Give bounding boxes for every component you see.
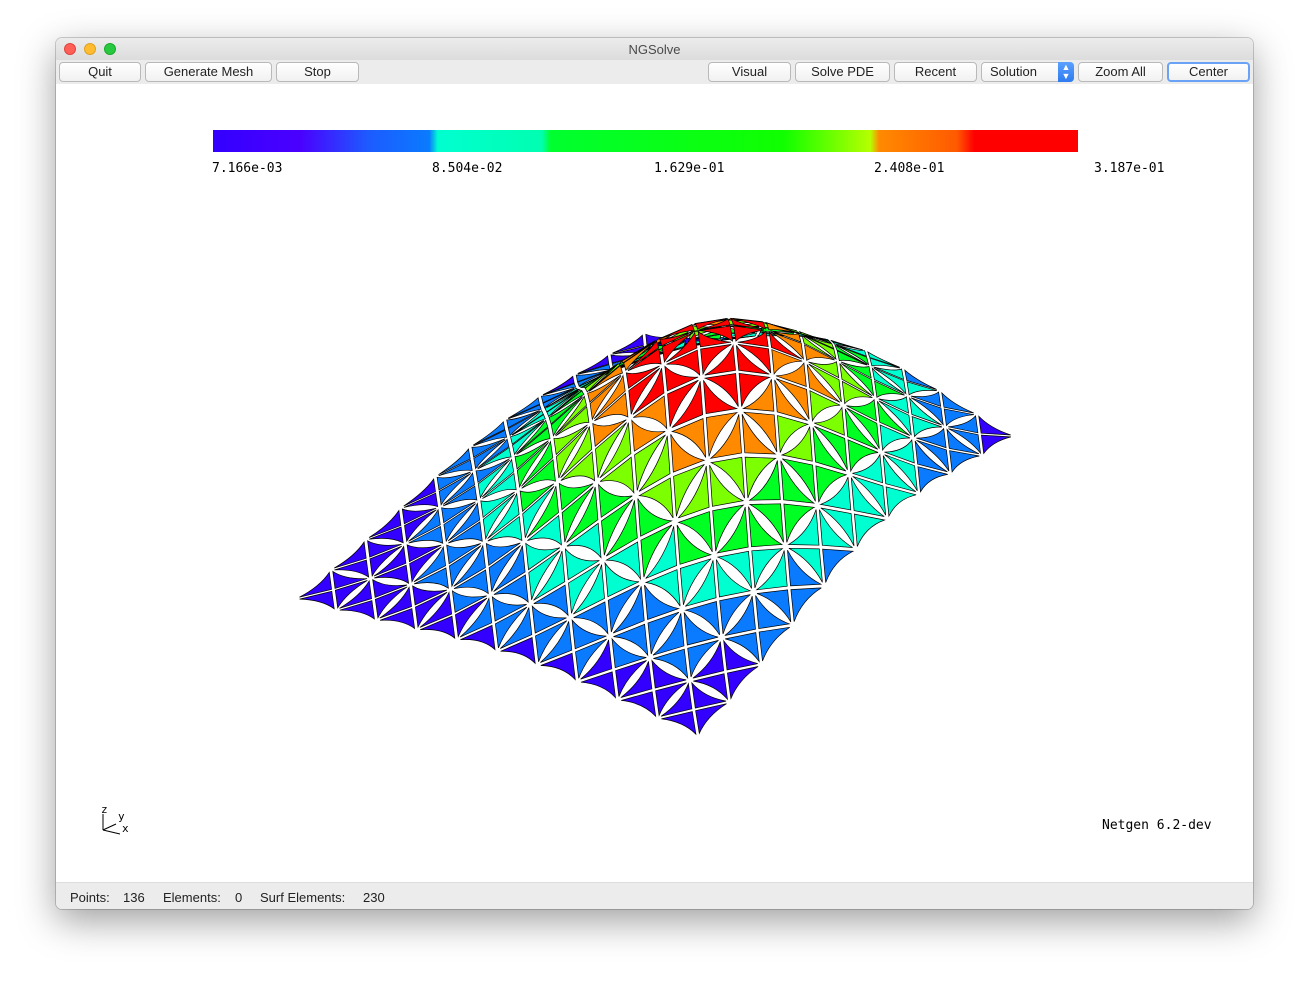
elements-value: 0 <box>235 890 243 905</box>
mesh-element <box>822 548 855 583</box>
status-bar: Points: 136 Elements: 0 Surf Elements: 2… <box>56 882 1253 909</box>
window-title: NGSolve <box>628 42 681 57</box>
recent-button[interactable]: Recent <box>894 62 977 82</box>
mesh-element <box>500 636 536 665</box>
mesh-element <box>885 486 917 518</box>
mesh-element <box>727 666 759 700</box>
chevron-updown-icon: ▲ ▼ <box>1058 62 1074 82</box>
mesh-element <box>339 600 375 620</box>
3d-viewport[interactable]: 7.166e-03 8.504e-02 1.629e-01 2.408e-01 … <box>56 84 1253 882</box>
points-label: Points: <box>70 890 110 905</box>
quit-button[interactable]: Quit <box>59 62 141 82</box>
title-bar: NGSolve <box>56 38 1253 61</box>
solution-select-value: Solution <box>990 64 1037 79</box>
surf-elements-value: 230 <box>363 890 385 905</box>
mesh-element <box>790 587 822 622</box>
visual-button[interactable]: Visual <box>708 62 791 82</box>
mesh-element <box>949 450 980 473</box>
mesh-element <box>869 357 901 369</box>
zoom-all-button[interactable]: Zoom All <box>1078 62 1163 82</box>
axis-label-x: x <box>122 822 129 835</box>
elements-label: Elements: <box>163 890 221 905</box>
mesh-element <box>854 513 886 547</box>
version-label: Netgen 6.2-dev <box>1102 818 1212 833</box>
surf-elements-label: Surf Elements: <box>260 890 346 905</box>
mesh-element <box>473 429 508 447</box>
ngsolve-window: NGSolve Quit Generate Mesh Stop Visual S… <box>56 38 1253 909</box>
solve-pde-button[interactable]: Solve PDE <box>795 62 890 82</box>
generate-mesh-button[interactable]: Generate Mesh <box>145 62 272 82</box>
solution-select[interactable]: Solution ▲ ▼ <box>981 62 1074 82</box>
axis-label-z: z <box>101 803 108 816</box>
mesh-element <box>758 626 790 662</box>
center-button[interactable]: Center <box>1167 62 1250 82</box>
points-value: 136 <box>123 890 145 905</box>
stop-button[interactable]: Stop <box>276 62 359 82</box>
mesh-element <box>978 415 1011 436</box>
mesh-element <box>695 703 727 735</box>
solution-surface <box>299 317 1011 736</box>
toolbar: Quit Generate Mesh Stop Visual Solve PDE… <box>56 60 1253 84</box>
mesh-element <box>981 434 1011 455</box>
